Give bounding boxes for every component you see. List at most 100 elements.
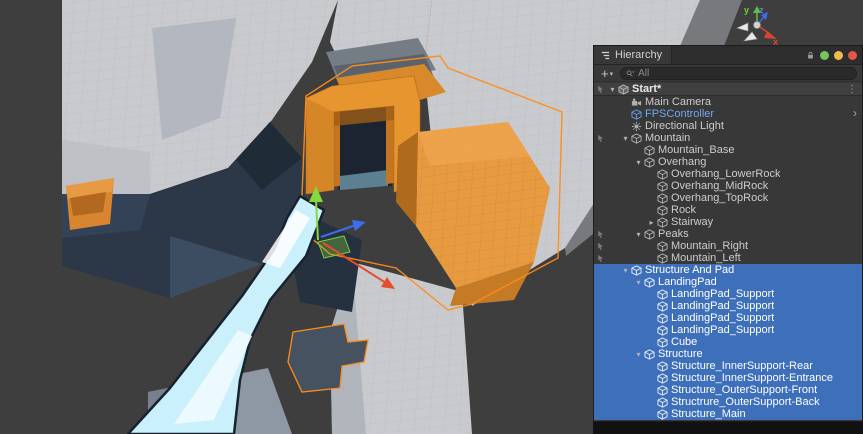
window-dot[interactable] — [820, 50, 829, 60]
tab-label: Hierarchy — [615, 49, 663, 61]
object-icon — [631, 109, 642, 120]
unity-editor-window: y z x Hierarchy + ▾ All ▾ Start* ⋮ Main … — [0, 0, 863, 434]
row-label: Mountain_Right — [671, 240, 749, 252]
row-gutter — [594, 146, 607, 155]
search-box[interactable] — [620, 66, 857, 80]
hierarchy-row[interactable]: Mountain_Base — [594, 144, 862, 156]
row-label: LandingPad_Support — [671, 312, 775, 324]
foldout-arrow-icon[interactable] — [620, 266, 631, 275]
foldout-arrow-icon[interactable] — [633, 230, 644, 239]
row-gutter — [594, 326, 607, 335]
row-label: Main Camera — [645, 96, 712, 108]
hierarchy-row[interactable]: Mountain_Right — [594, 240, 862, 252]
foldout-arrow-icon[interactable] — [646, 218, 657, 227]
hierarchy-row[interactable]: Main Camera — [594, 96, 862, 108]
hierarchy-row[interactable]: LandingPad — [594, 276, 862, 288]
row-trailing-icon[interactable] — [853, 108, 862, 120]
object-icon — [644, 145, 655, 156]
row-label: LandingPad — [658, 276, 717, 288]
pickability-toggle-icon[interactable] — [596, 85, 605, 94]
row-gutter — [594, 350, 607, 359]
hierarchy-row[interactable]: Structure_InnerSupport-Rear — [594, 360, 862, 372]
row-label: Overhang_TopRock — [671, 192, 769, 204]
foldout-arrow-icon[interactable] — [633, 350, 644, 359]
hierarchy-tab-icon — [600, 50, 611, 61]
row-gutter — [594, 85, 607, 94]
hierarchy-row[interactable]: Structrure_OuterSupport-Back — [594, 396, 862, 408]
foldout-arrow-icon[interactable] — [607, 85, 618, 94]
row-gutter — [594, 242, 607, 251]
hierarchy-row[interactable]: FPSController — [594, 108, 862, 120]
pickability-toggle-icon[interactable] — [596, 254, 605, 263]
hierarchy-row[interactable]: Structure — [594, 348, 862, 360]
hierarchy-row[interactable]: Structure_OuterSupport-Front — [594, 384, 862, 396]
hierarchy-row[interactable]: LandingPad_Support — [594, 312, 862, 324]
hierarchy-row[interactable]: Overhang_LowerRock — [594, 168, 862, 180]
hierarchy-row[interactable]: Cube — [594, 336, 862, 348]
hierarchy-row[interactable]: LandingPad_Support — [594, 288, 862, 300]
hierarchy-row[interactable]: Overhang_TopRock — [594, 192, 862, 204]
hierarchy-row[interactable]: Mountain — [594, 132, 862, 144]
caret-down-icon — [610, 65, 614, 81]
row-gutter — [594, 110, 607, 119]
create-button[interactable]: + — [599, 65, 615, 81]
hierarchy-row[interactable]: Peaks — [594, 228, 862, 240]
object-icon — [657, 169, 668, 180]
hierarchy-row[interactable]: Overhang_MidRock — [594, 180, 862, 192]
row-gutter — [594, 314, 607, 323]
hierarchy-tree: Start* Main Camera FPSController Directi… — [594, 82, 862, 421]
object-icon — [657, 253, 668, 264]
object-icon — [644, 349, 655, 360]
foldout-arrow-icon[interactable] — [633, 158, 644, 167]
pickability-toggle-icon[interactable] — [596, 230, 605, 239]
row-label: Structure_InnerSupport-Rear — [671, 360, 813, 372]
panel-footer — [593, 422, 863, 434]
pickability-toggle-icon[interactable] — [596, 242, 605, 251]
hierarchy-row[interactable]: Mountain_Left — [594, 252, 862, 264]
row-gutter — [594, 194, 607, 203]
foldout-arrow-icon[interactable] — [620, 134, 631, 143]
row-label: Directional Light — [645, 120, 724, 132]
hierarchy-row[interactable]: Overhang — [594, 156, 862, 168]
hierarchy-row[interactable]: LandingPad_Support — [594, 300, 862, 312]
row-label: Rock — [671, 204, 697, 216]
object-icon — [657, 385, 668, 396]
row-gutter — [594, 278, 607, 287]
tabbar-controls — [806, 46, 862, 64]
tab-hierarchy[interactable]: Hierarchy — [594, 46, 673, 64]
object-icon — [631, 121, 642, 132]
foldout-arrow-icon[interactable] — [633, 278, 644, 287]
hierarchy-row[interactable]: Structure_InnerSupport-Entrance — [594, 372, 862, 384]
lock-icon[interactable] — [806, 51, 815, 60]
hierarchy-row[interactable]: Stairway — [594, 216, 862, 228]
row-label: Mountain_Base — [658, 144, 735, 156]
row-gutter — [594, 362, 607, 371]
hierarchy-row[interactable]: Directional Light — [594, 120, 862, 132]
row-label: Mountain — [645, 132, 691, 144]
row-label: FPSController — [645, 108, 715, 120]
object-icon — [657, 361, 668, 372]
axis-label-z: z — [759, 5, 764, 15]
hierarchy-row[interactable]: LandingPad_Support — [594, 324, 862, 336]
object-icon — [657, 289, 668, 300]
hierarchy-row[interactable]: Start* — [594, 83, 862, 96]
row-label: Structure And Pad — [645, 264, 735, 276]
axis-center[interactable] — [753, 21, 761, 29]
object-icon — [618, 84, 629, 95]
hierarchy-row[interactable]: Rock — [594, 204, 862, 216]
row-label: Structrure_OuterSupport-Back — [671, 396, 820, 408]
row-label: LandingPad_Support — [671, 288, 775, 300]
pickability-toggle-icon[interactable] — [596, 134, 605, 143]
row-label: Structure_Main — [671, 408, 746, 420]
row-trailing-icon[interactable] — [847, 83, 862, 95]
window-dot[interactable] — [848, 50, 857, 60]
window-dot[interactable] — [834, 50, 843, 60]
create-button-label: + — [601, 65, 609, 81]
search-input[interactable] — [638, 67, 851, 79]
hierarchy-row[interactable]: Structure And Pad — [594, 264, 862, 276]
hierarchy-row[interactable]: Structure_Main — [594, 408, 862, 420]
row-gutter — [594, 170, 607, 179]
row-gutter — [594, 410, 607, 419]
row-label: Overhang_MidRock — [671, 180, 769, 192]
row-gutter — [594, 374, 607, 383]
